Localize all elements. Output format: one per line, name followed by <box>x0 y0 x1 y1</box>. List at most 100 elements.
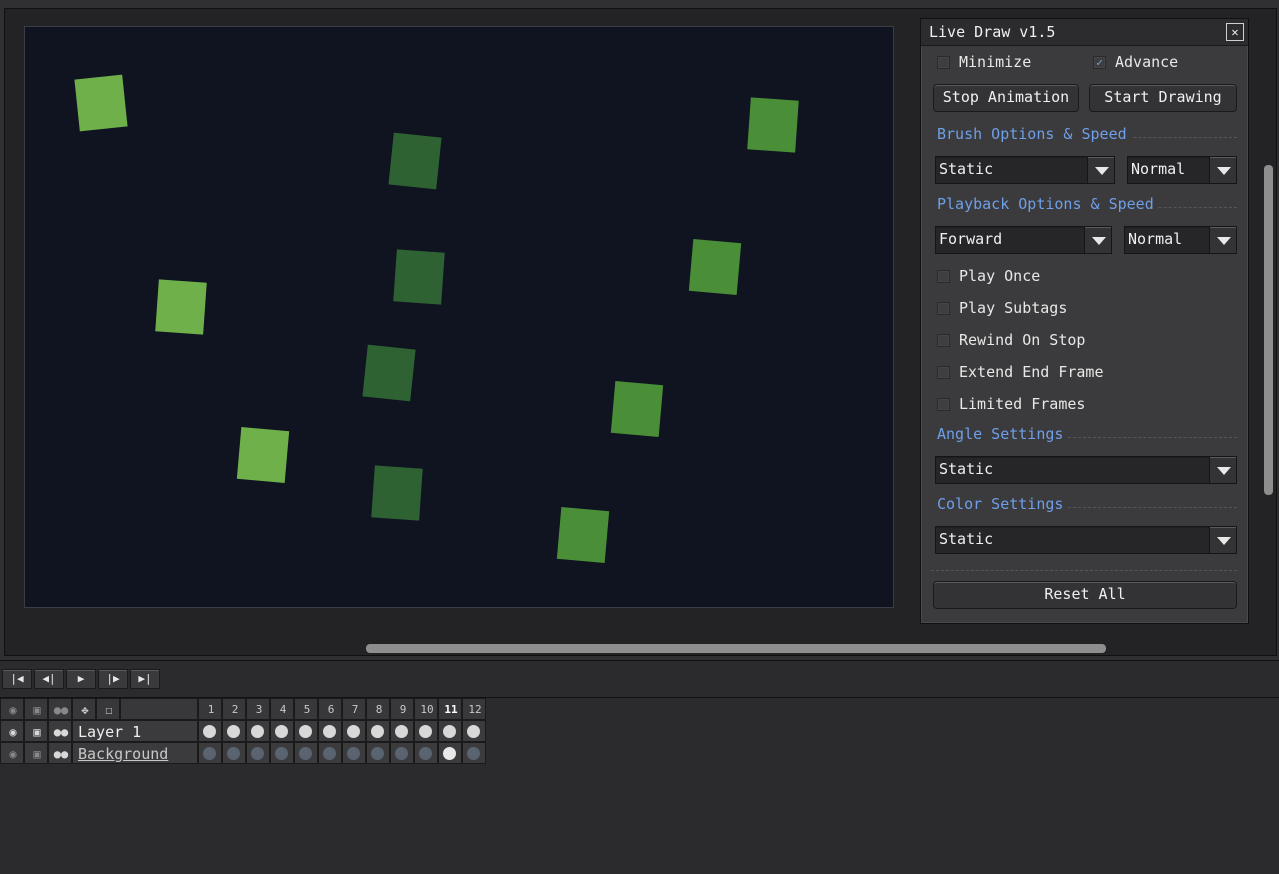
brush-speed-select[interactable]: Normal <box>1127 156 1237 184</box>
lock-icon[interactable]: ▣ <box>24 742 48 764</box>
drawing-canvas[interactable] <box>24 26 894 608</box>
frame-header-cell[interactable]: 9 <box>390 698 414 720</box>
close-icon[interactable]: ✕ <box>1226 23 1244 41</box>
frame-cel[interactable] <box>198 742 222 764</box>
frame-header-cell[interactable]: 7 <box>342 698 366 720</box>
frame-header-cell[interactable]: 1 <box>198 698 222 720</box>
color-select[interactable]: Static <box>935 526 1237 554</box>
link-icon[interactable]: ●● <box>48 698 72 720</box>
lock-icon[interactable]: ▣ <box>24 720 48 742</box>
color-value: Static <box>939 530 994 548</box>
frame-header-cell[interactable]: 4 <box>270 698 294 720</box>
next-frame-icon[interactable]: |▶ <box>98 669 128 689</box>
horizontal-scrollbar[interactable] <box>366 644 1106 653</box>
first-frame-icon[interactable]: |◀ <box>2 669 32 689</box>
frame-header-cell[interactable]: 6 <box>318 698 342 720</box>
prev-frame-icon[interactable]: ◀| <box>34 669 64 689</box>
layer-name: Layer 1 <box>78 723 142 741</box>
frame-cel[interactable] <box>438 720 462 742</box>
angle-select[interactable]: Static <box>935 456 1237 484</box>
frame-cel[interactable] <box>390 742 414 764</box>
lock-icon[interactable]: ▣ <box>24 698 48 720</box>
checkbox-box[interactable]: ✓ <box>1093 56 1106 69</box>
extend-end-frame-label: Extend End Frame <box>959 363 1104 381</box>
color-section-title: Color Settings <box>937 495 1068 513</box>
frame-header-cell[interactable]: 10 <box>414 698 438 720</box>
checkbox-box[interactable] <box>937 270 950 283</box>
frame-cel[interactable] <box>390 720 414 742</box>
chevron-down-icon[interactable] <box>1084 227 1111 253</box>
green-square <box>388 132 442 190</box>
frame-cel[interactable] <box>198 720 222 742</box>
green-square <box>393 249 445 305</box>
chevron-down-icon[interactable] <box>1209 157 1236 183</box>
frame-cel[interactable] <box>270 720 294 742</box>
play-icon[interactable]: ▶ <box>66 669 96 689</box>
frame-cel[interactable] <box>414 742 438 764</box>
green-square <box>610 381 664 437</box>
playback-section-header: Playback Options & Speed <box>937 195 1237 215</box>
frame-cel[interactable] <box>222 742 246 764</box>
cel-dot <box>299 747 312 760</box>
checkbox-box[interactable] <box>937 366 950 379</box>
chevron-down-icon[interactable] <box>1209 527 1236 553</box>
playback-direction-select[interactable]: Forward <box>935 226 1112 254</box>
green-square <box>747 97 799 153</box>
checkbox-box[interactable] <box>937 302 950 315</box>
frame-number: 2 <box>231 703 239 716</box>
frame-number: 10 <box>420 703 434 716</box>
frame-cel[interactable] <box>462 720 486 742</box>
frame-cel[interactable] <box>462 742 486 764</box>
vertical-scrollbar[interactable] <box>1264 165 1273 495</box>
playback-speed-select[interactable]: Normal <box>1124 226 1237 254</box>
layer-row-layer-1[interactable]: Layer 1 <box>72 720 198 742</box>
reset-all-button[interactable]: Reset All <box>933 581 1237 609</box>
frame-cel[interactable] <box>318 720 342 742</box>
chevron-down-icon[interactable] <box>1209 457 1236 483</box>
frame-cel[interactable] <box>366 720 390 742</box>
last-frame-icon[interactable]: ▶| <box>130 669 160 689</box>
frame-cel[interactable] <box>342 720 366 742</box>
frame-cel[interactable] <box>246 742 270 764</box>
cel-dot <box>323 725 336 738</box>
frame-cel[interactable] <box>342 742 366 764</box>
checkbox-box[interactable] <box>937 56 950 69</box>
frame-cel[interactable] <box>294 720 318 742</box>
frame-cel[interactable] <box>222 720 246 742</box>
checkbox-box[interactable] <box>937 334 950 347</box>
frame-cel[interactable] <box>366 742 390 764</box>
frame-cel[interactable] <box>318 742 342 764</box>
eye-icon[interactable]: ◉ <box>0 742 24 764</box>
frame-header-cell[interactable]: 11 <box>438 698 462 720</box>
dialog-titlebar[interactable]: Live Draw v1.5 ✕ <box>921 19 1248 46</box>
chevron-down-icon[interactable] <box>1209 227 1236 253</box>
divider <box>931 570 1237 571</box>
playback-speed-value: Normal <box>1128 230 1183 248</box>
frame-cel[interactable] <box>294 742 318 764</box>
brush-section-header: Brush Options & Speed <box>937 125 1237 145</box>
frame-header-cell[interactable]: 12 <box>462 698 486 720</box>
stop-animation-button[interactable]: Stop Animation <box>933 84 1079 112</box>
frame-cel[interactable] <box>270 742 294 764</box>
frame-cel[interactable] <box>414 720 438 742</box>
link-icon[interactable]: ●● <box>48 720 72 742</box>
frame-header-cell[interactable]: 3 <box>246 698 270 720</box>
start-drawing-button[interactable]: Start Drawing <box>1089 84 1237 112</box>
frame-header-cell[interactable]: 2 <box>222 698 246 720</box>
brush-type-select[interactable]: Static <box>935 156 1115 184</box>
layer-row-background[interactable]: Background <box>72 742 198 764</box>
frame-cel[interactable] <box>246 720 270 742</box>
link-icon[interactable]: ●● <box>48 742 72 764</box>
chevron-down-icon[interactable] <box>1087 157 1114 183</box>
group-icon[interactable]: ☐ <box>96 698 120 720</box>
green-square <box>688 239 742 295</box>
eye-icon[interactable]: ◉ <box>0 720 24 742</box>
continuous-icon[interactable]: ✥ <box>72 698 96 720</box>
frame-header-cell[interactable]: 5 <box>294 698 318 720</box>
eye-icon[interactable]: ◉ <box>0 698 24 720</box>
frame-header-cell[interactable]: 8 <box>366 698 390 720</box>
frame-cel[interactable] <box>438 742 462 764</box>
checkbox-box[interactable] <box>937 398 950 411</box>
layer-name: Background <box>78 745 169 763</box>
timeline-panel: |◀ ◀| ▶ |▶ ▶| ◉ ▣ ●● ✥ ☐ ◉ ▣ ●● Layer 1 … <box>0 660 1279 874</box>
